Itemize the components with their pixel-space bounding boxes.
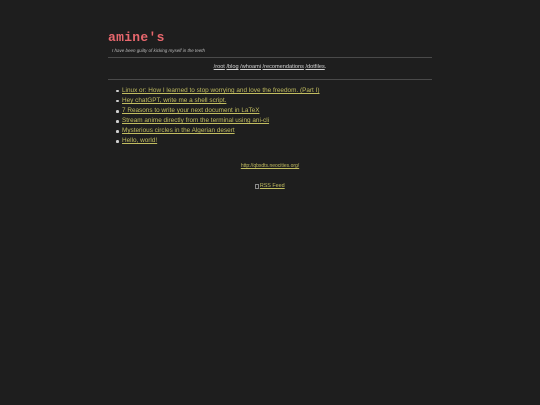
list-item: Hello, world! [112,136,320,146]
page: amine's I have been guilty of kicking my… [0,0,540,405]
bullet-icon [116,120,119,123]
top-divider [108,57,432,58]
list-item: 7 Reasons to write your next document in… [112,106,320,116]
nav-link-dotfiles[interactable]: /dotfiles [305,64,324,70]
post-link[interactable]: Hey chatGPT, write me a shell script. [122,97,226,104]
list-item: Stream anime directly from the terminal … [112,116,320,126]
bullet-icon [116,99,119,103]
nav-bar: /root /blog /whoami /recomendations /dot… [108,64,432,70]
bullet-icon [116,89,119,93]
footer-rss: RSS Feed [108,183,432,191]
post-link[interactable]: Hello, world! [122,137,157,144]
bottom-divider [108,79,432,80]
broken-image-icon [255,183,260,189]
list-item: Linux or: How I learned to stop worrying… [112,86,320,96]
nav-link-whoami[interactable]: /whoami [240,64,261,70]
rss-feed-link[interactable]: RSS Feed [255,183,285,189]
bullet-icon [116,140,119,143]
footer-site-url: http://qbxdts.neocities.org/ [108,163,432,169]
bullet-icon [116,109,119,113]
nav-link-recomendations[interactable]: /recomendations [263,64,304,70]
post-link[interactable]: 7 Reasons to write your next document in… [122,107,259,114]
post-link[interactable]: Mysterious circles in the Algerian deser… [122,127,235,134]
post-link[interactable]: Linux or: How I learned to stop worrying… [122,87,320,94]
rss-feed-label: RSS Feed [259,183,285,189]
site-title[interactable]: amine's [108,30,165,45]
bullet-icon [116,130,119,133]
nav-trailing-dot: . [324,64,327,70]
list-item: Mysterious circles in the Algerian deser… [112,126,320,136]
post-link[interactable]: Stream anime directly from the terminal … [122,117,269,124]
site-url-link[interactable]: http://qbxdts.neocities.org/ [241,163,299,169]
site-tagline: I have been guilty of kicking myself in … [112,48,206,53]
nav-link-root[interactable]: /root [214,64,225,70]
list-item: Hey chatGPT, write me a shell script. [112,96,320,106]
post-list: Linux or: How I learned to stop worrying… [112,86,320,147]
nav-link-blog[interactable]: /blog [226,64,238,70]
